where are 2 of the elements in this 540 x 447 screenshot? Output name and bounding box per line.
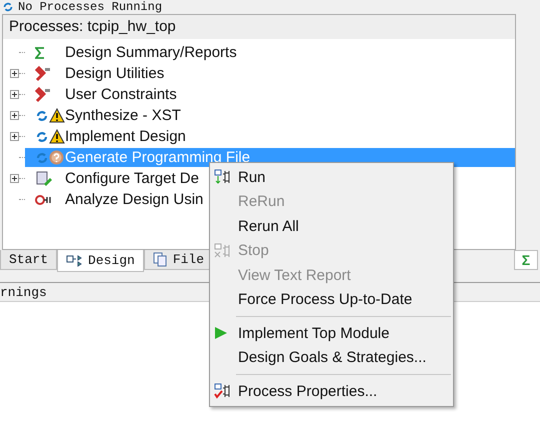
- panel-title: Processes: tcpip_hw_top: [3, 15, 515, 39]
- status-text: No Processes Running: [18, 1, 162, 13]
